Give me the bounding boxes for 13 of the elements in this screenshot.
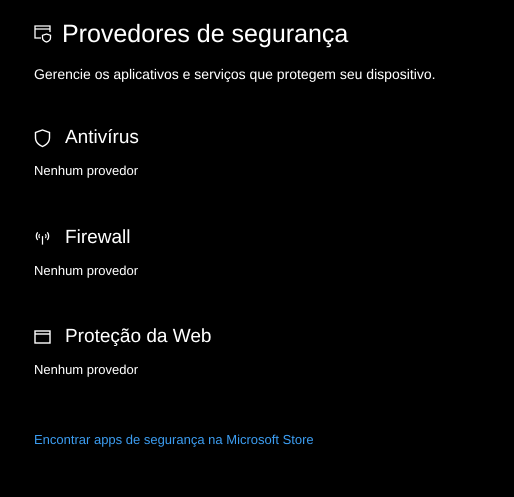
browser-window-icon [34, 330, 51, 344]
store-link[interactable]: Encontrar apps de segurança na Microsoft Store [34, 430, 314, 449]
section-heading: Antivírus [65, 126, 139, 150]
provider-status: Nenhum provedor [34, 361, 140, 379]
page-description: Gerencie os aplicativos e serviços que protegem seu dispositivo. [34, 65, 437, 84]
provider-status: Nenhum provedor [34, 262, 140, 280]
shield-icon [34, 128, 51, 148]
shield-window-icon [34, 25, 52, 43]
page-title: Provedores de segurança [62, 19, 348, 50]
section-heading: Firewall [65, 226, 130, 250]
antenna-icon [34, 230, 51, 246]
section-heading: Proteção da Web [65, 325, 212, 349]
provider-status: Nenhum provedor [34, 162, 140, 180]
